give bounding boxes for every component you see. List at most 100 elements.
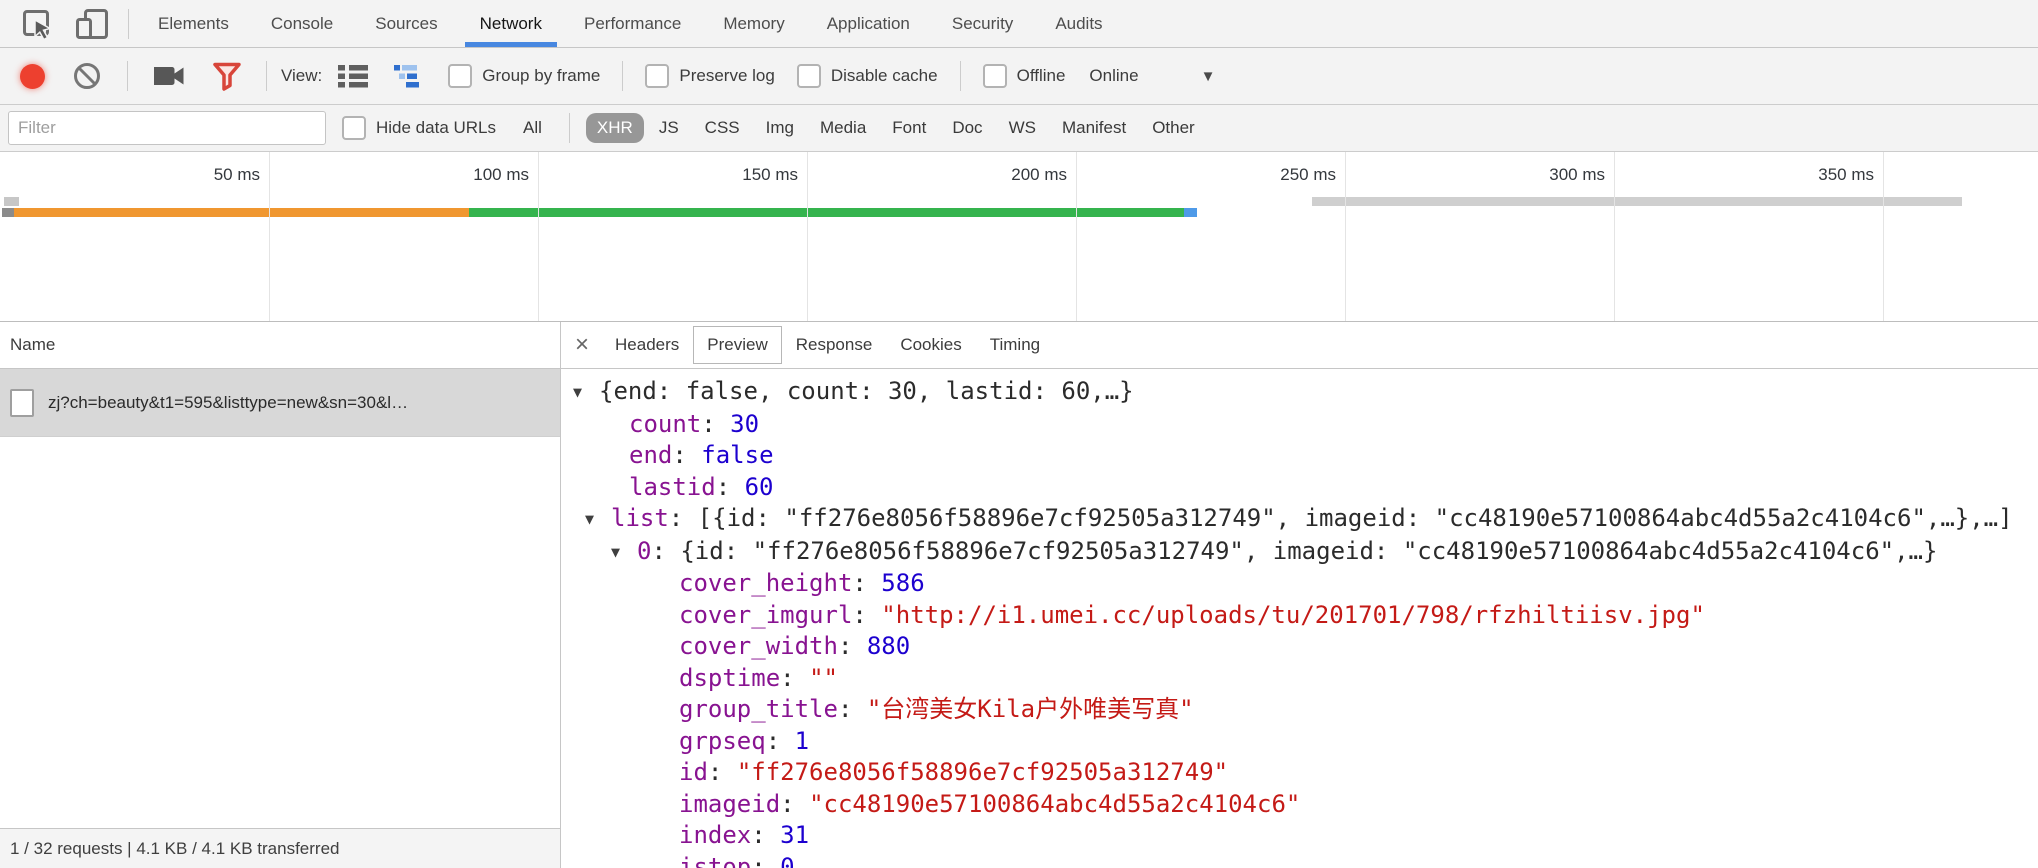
tree-expand-arrow-icon[interactable]: ▼ <box>585 504 611 536</box>
filter-type-doc[interactable]: Doc <box>941 113 993 143</box>
tab-application[interactable]: Application <box>806 0 931 47</box>
details-tab-timing[interactable]: Timing <box>976 326 1054 364</box>
throttling-select[interactable]: Online <box>1079 66 1138 86</box>
tree-leaf[interactable]: imageid: "cc48190e57100864abc4d55a2c4104… <box>561 789 2038 821</box>
hide-data-urls-checkbox[interactable]: Hide data URLs <box>334 116 504 140</box>
tab-sources[interactable]: Sources <box>354 0 458 47</box>
tree-leaf[interactable]: cover_height: 586 <box>561 568 2038 600</box>
tab-console[interactable]: Console <box>250 0 354 47</box>
tree-leaf[interactable]: istop: 0 <box>561 852 2038 868</box>
filter-funnel-icon[interactable] <box>202 61 252 91</box>
tree-segment-key: grpseq <box>679 727 766 755</box>
tree-leaf[interactable]: cover_width: 880 <box>561 631 2038 663</box>
filter-type-font[interactable]: Font <box>881 113 937 143</box>
divider <box>128 9 129 39</box>
main-tab-bar: ElementsConsoleSourcesNetworkPerformance… <box>0 0 2038 48</box>
details-tab-cookies[interactable]: Cookies <box>886 326 975 364</box>
tree-leaf[interactable]: index: 31 <box>561 820 2038 852</box>
checkbox-box[interactable] <box>645 64 669 88</box>
tree-node-expanded[interactable]: ▼{end: false, count: 30, lastid: 60,…} <box>561 376 2038 409</box>
details-tab-response[interactable]: Response <box>782 326 887 364</box>
tree-leaf[interactable]: end: false <box>561 440 2038 472</box>
filter-type-manifest[interactable]: Manifest <box>1051 113 1137 143</box>
tree-leaf[interactable]: count: 30 <box>561 409 2038 441</box>
tree-segment-key: end <box>629 441 672 469</box>
offline-label: Offline <box>1017 66 1066 86</box>
filter-type-other[interactable]: Other <box>1141 113 1206 143</box>
tree-segment-key: imageid <box>679 790 780 818</box>
checkbox-box[interactable] <box>448 64 472 88</box>
details-tab-headers[interactable]: Headers <box>601 326 693 364</box>
checkbox-box[interactable] <box>983 64 1007 88</box>
tree-node-expanded[interactable]: ▼list: [{id: "ff276e8056f58896e7cf92505a… <box>561 503 2038 536</box>
tree-expand-arrow-icon[interactable]: ▼ <box>573 377 599 409</box>
tree-segment-str: "台湾美女Kila户外唯美写真" <box>867 695 1194 723</box>
preserve-log-label: Preserve log <box>679 66 774 86</box>
tree-segment-key: index <box>679 821 751 849</box>
tab-network[interactable]: Network <box>459 0 563 47</box>
tab-memory[interactable]: Memory <box>702 0 805 47</box>
waterfall-view-icon[interactable] <box>384 64 434 88</box>
overview-waterfall-blue-segment <box>1184 208 1197 217</box>
requests-table: Name zj?ch=beauty&t1=595&listtype=new&sn… <box>0 322 561 868</box>
timeline-tick-label: 100 ms <box>473 165 538 185</box>
tree-leaf[interactable]: id: "ff276e8056f58896e7cf92505a312749" <box>561 757 2038 789</box>
inspect-element-icon[interactable] <box>10 0 64 47</box>
tree-leaf[interactable]: grpseq: 1 <box>561 726 2038 758</box>
timeline-gridline <box>269 152 270 321</box>
filter-type-xhr[interactable]: XHR <box>586 113 644 143</box>
timeline-tick-label: 350 ms <box>1818 165 1883 185</box>
record-icon <box>20 64 45 89</box>
tab-performance[interactable]: Performance <box>563 0 702 47</box>
filter-type-media[interactable]: Media <box>809 113 877 143</box>
overview-scrollbar-thumb[interactable] <box>1312 197 1962 206</box>
filter-bar: Hide data URLs All XHRJSCSSImgMediaFontD… <box>0 105 2038 152</box>
tab-elements[interactable]: Elements <box>137 0 250 47</box>
record-button[interactable] <box>10 64 55 89</box>
disable-cache-label: Disable cache <box>831 66 938 86</box>
timeline-tick-label: 250 ms <box>1280 165 1345 185</box>
screenshot-camera-icon[interactable] <box>142 63 196 89</box>
filter-input[interactable] <box>8 111 326 145</box>
tree-segment-plain: {id: "ff276e8056f58896e7cf92505a312749",… <box>680 537 1937 565</box>
request-checkbox[interactable] <box>10 389 34 417</box>
tree-segment-key: dsptime <box>679 664 780 692</box>
filter-type-js[interactable]: JS <box>648 113 690 143</box>
details-tab-preview[interactable]: Preview <box>693 326 781 364</box>
tree-segment-plain: : <box>852 601 881 629</box>
tree-leaf[interactable]: cover_imgurl: "http://i1.umei.cc/uploads… <box>561 600 2038 632</box>
tab-audits[interactable]: Audits <box>1034 0 1123 47</box>
group-by-frame-checkbox[interactable]: Group by frame <box>440 64 608 88</box>
tree-segment-plain: : <box>751 853 780 868</box>
timeline-gridline <box>1883 152 1884 321</box>
tree-leaf[interactable]: lastid: 60 <box>561 472 2038 504</box>
filter-type-ws[interactable]: WS <box>998 113 1047 143</box>
tree-segment-key: lastid <box>629 473 716 501</box>
throttling-caret-icon[interactable]: ▼ <box>1201 68 1230 85</box>
device-toolbar-icon[interactable] <box>64 0 120 47</box>
checkbox-box[interactable] <box>342 116 366 140</box>
request-row[interactable]: zj?ch=beauty&t1=595&listtype=new&sn=30&l… <box>0 369 560 437</box>
filter-type-img[interactable]: Img <box>755 113 805 143</box>
name-column-header[interactable]: Name <box>0 322 560 369</box>
list-view-icon[interactable] <box>328 64 378 88</box>
tree-leaf[interactable]: group_title: "台湾美女Kila户外唯美写真" <box>561 694 2038 726</box>
tree-leaf[interactable]: dsptime: "" <box>561 663 2038 695</box>
clear-button[interactable] <box>61 60 113 92</box>
timeline-gridline <box>1076 152 1077 321</box>
close-details-icon[interactable]: × <box>573 333 601 357</box>
divider <box>266 61 267 91</box>
offline-checkbox[interactable]: Offline <box>975 64 1074 88</box>
filter-type-all[interactable]: All <box>512 113 553 143</box>
tree-expand-arrow-icon[interactable]: ▼ <box>611 537 637 569</box>
filter-type-css[interactable]: CSS <box>694 113 751 143</box>
checkbox-box[interactable] <box>797 64 821 88</box>
tree-segment-key: istop <box>679 853 751 868</box>
tree-segment-num: 0 <box>780 853 794 868</box>
tree-segment-plain: [{id: "ff276e8056f58896e7cf92505a312749"… <box>698 504 2013 532</box>
tree-node-expanded[interactable]: ▼0: {id: "ff276e8056f58896e7cf92505a3127… <box>561 536 2038 569</box>
timeline-overview[interactable]: 50 ms100 ms150 ms200 ms250 ms300 ms350 m… <box>0 152 2038 322</box>
preserve-log-checkbox[interactable]: Preserve log <box>637 64 782 88</box>
tab-security[interactable]: Security <box>931 0 1034 47</box>
disable-cache-checkbox[interactable]: Disable cache <box>789 64 946 88</box>
